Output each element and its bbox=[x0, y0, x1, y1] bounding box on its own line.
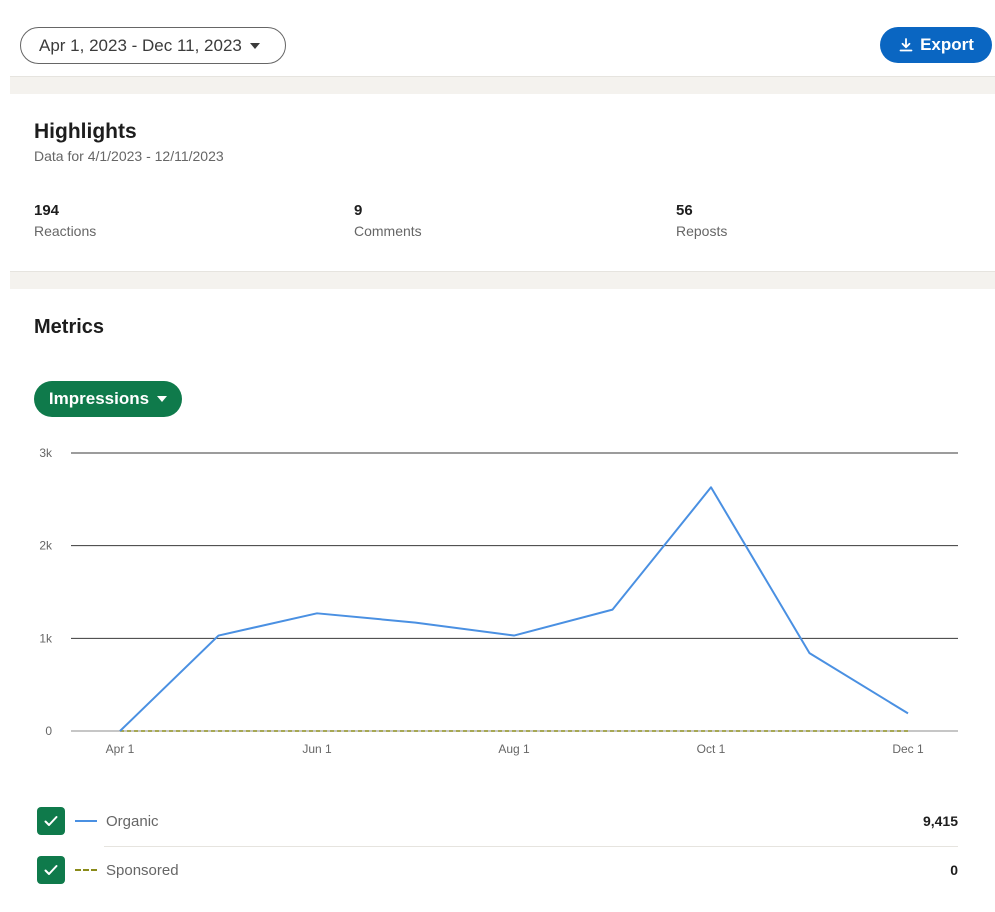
organic-series-line bbox=[119, 486, 909, 732]
stat-value: 9 bbox=[354, 202, 363, 219]
highlights-subtitle: Data for 4/1/2023 - 12/11/2023 bbox=[34, 148, 224, 164]
legend-label: Sponsored bbox=[106, 861, 179, 879]
highlights-title: Highlights bbox=[34, 120, 137, 143]
organic-line-swatch bbox=[75, 820, 97, 822]
section-divider bbox=[10, 76, 995, 94]
y-tick-label: 0 bbox=[45, 724, 52, 738]
y-tick-label: 3k bbox=[39, 446, 53, 460]
caret-down-icon bbox=[249, 42, 260, 49]
impressions-line-chart: 0 1k 2k 3k Apr 1 Jun 1 Aug 1 Oct 1 Dec 1 bbox=[39, 446, 958, 756]
check-icon bbox=[44, 865, 58, 875]
stat-value: 194 bbox=[34, 202, 60, 219]
section-divider bbox=[10, 271, 995, 289]
check-icon bbox=[44, 816, 58, 826]
toolbar: Apr 1, 2023 - Dec 11, 2023 Export bbox=[0, 0, 995, 76]
legend-item-sponsored[interactable]: Sponsored 0 bbox=[37, 855, 958, 885]
caret-down-icon bbox=[157, 396, 168, 402]
legend-divider bbox=[104, 846, 958, 847]
legend-checkbox[interactable] bbox=[37, 807, 65, 835]
legend-total: 9,415 bbox=[922, 813, 958, 829]
x-tick-label: Dec 1 bbox=[892, 742, 924, 756]
date-range-label: Apr 1, 2023 - Dec 11, 2023 bbox=[39, 35, 242, 55]
x-tick-label: Jun 1 bbox=[302, 742, 332, 756]
stat-label: Reactions bbox=[34, 223, 97, 239]
metrics-title: Metrics bbox=[34, 316, 105, 338]
export-label: Export bbox=[920, 35, 974, 54]
y-tick-label: 2k bbox=[39, 539, 53, 553]
download-icon bbox=[899, 38, 913, 52]
legend-label: Organic bbox=[106, 812, 159, 830]
stat-label: Comments bbox=[354, 223, 422, 239]
x-tick-label: Aug 1 bbox=[498, 742, 530, 756]
x-tick-label: Oct 1 bbox=[697, 742, 726, 756]
legend-item-organic[interactable]: Organic 9,415 bbox=[37, 806, 958, 836]
metric-selector-dropdown[interactable]: Impressions bbox=[34, 381, 182, 417]
legend-checkbox[interactable] bbox=[37, 856, 65, 884]
stat-reposts: 56 Reposts bbox=[676, 202, 727, 239]
sponsored-line-swatch bbox=[75, 869, 97, 871]
stat-comments: 9 Comments bbox=[354, 202, 422, 239]
export-button[interactable]: Export bbox=[880, 27, 992, 63]
stat-label: Reposts bbox=[676, 223, 728, 239]
stat-reactions: 194 Reactions bbox=[34, 202, 96, 239]
y-tick-label: 1k bbox=[39, 631, 53, 645]
highlights-section: Highlights Data for 4/1/2023 - 12/11/202… bbox=[34, 120, 974, 239]
legend-total: 0 bbox=[950, 862, 958, 878]
date-range-dropdown[interactable]: Apr 1, 2023 - Dec 11, 2023 bbox=[20, 27, 286, 64]
metric-selector-label: Impressions bbox=[48, 389, 150, 408]
x-tick-label: Apr 1 bbox=[106, 742, 135, 756]
stat-value: 56 bbox=[676, 202, 693, 219]
